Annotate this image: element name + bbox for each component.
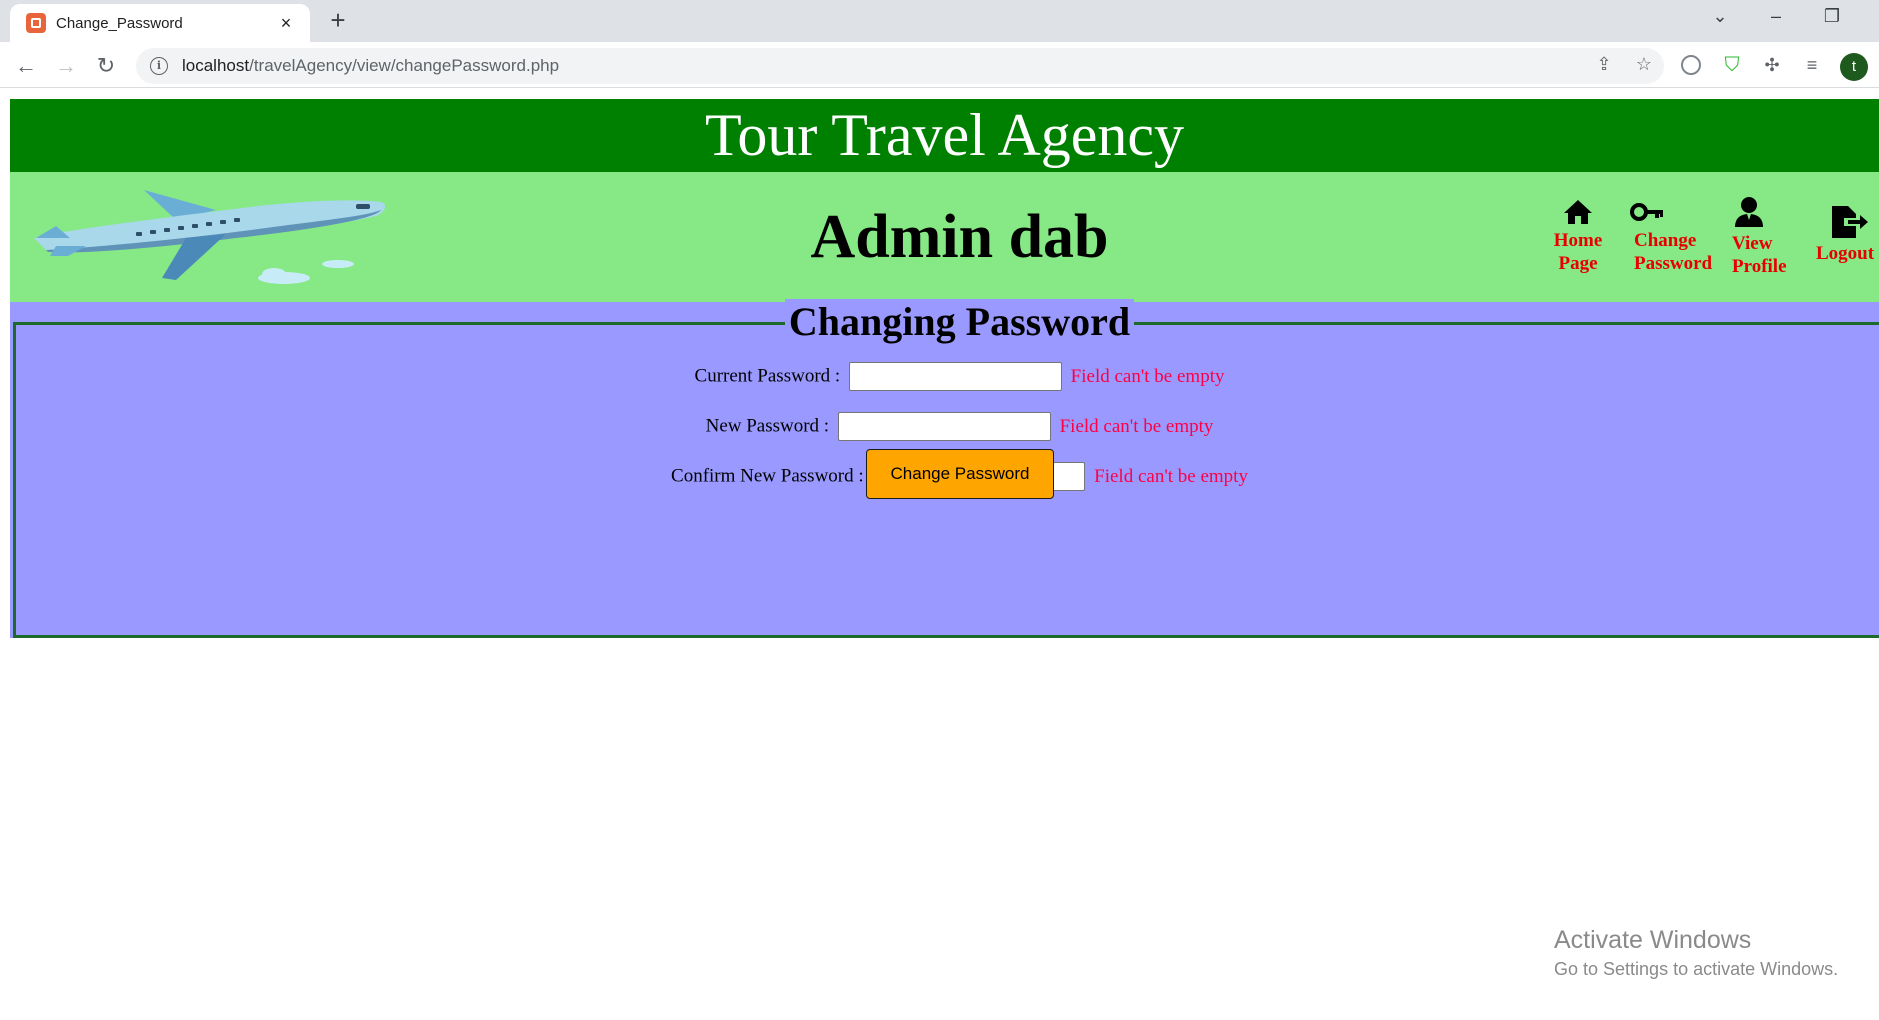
tab-title: Change_Password — [56, 14, 183, 32]
browser-toolbar: ← → ↻ i localhost/travelAgency/view/chan… — [0, 42, 1879, 88]
shield-extension-icon[interactable]: ⛉ — [1720, 53, 1744, 77]
current-password-row: Current Password : Field can't be empty — [10, 362, 1879, 391]
back-icon[interactable]: ← — [12, 52, 40, 80]
watermark-subtitle: Go to Settings to activate Windows. — [1554, 959, 1839, 979]
url-text[interactable]: localhost/travelAgency/view/changePasswo… — [182, 56, 559, 76]
profile-avatar[interactable]: t — [1840, 53, 1868, 81]
extensions-puzzle-icon[interactable]: ✣ — [1760, 53, 1784, 77]
nav-home-label-1: Home — [1553, 230, 1603, 251]
minimize-icon[interactable]: – — [1756, 6, 1796, 27]
reload-icon[interactable]: ↻ — [92, 52, 120, 80]
current-password-label: Current Password : — [694, 365, 841, 387]
nav-logout[interactable]: Logout — [1812, 206, 1879, 265]
share-icon[interactable]: ⇪ — [1592, 54, 1616, 75]
site-title: Tour Travel Agency — [704, 102, 1185, 168]
nav-view-profile[interactable]: View Profile — [1722, 196, 1810, 278]
reading-list-icon[interactable]: ≡ — [1800, 53, 1824, 77]
new-password-input[interactable] — [837, 412, 1051, 441]
activate-windows-watermark: Activate Windows Go to Settings to activ… — [1554, 926, 1838, 980]
nav-home-label-2: Page — [1558, 253, 1598, 274]
logout-icon — [1832, 206, 1868, 238]
nav-change-password[interactable]: Change Password — [1626, 199, 1718, 275]
page-content: Tour Travel Agency Admin dab Home Page C… — [0, 88, 1879, 1020]
current-password-error: Field can't be empty — [1070, 365, 1225, 387]
change-password-button[interactable]: Change Password — [866, 449, 1054, 499]
admin-banner: Admin dab Home Page Change Password View… — [10, 172, 1879, 302]
restore-icon[interactable]: ❐ — [1812, 6, 1852, 27]
current-password-input[interactable] — [848, 362, 1062, 391]
tab-close-icon[interactable]: × — [274, 13, 298, 34]
forward-icon[interactable]: → — [52, 52, 80, 80]
nav-home-page[interactable]: Home Page — [1543, 199, 1613, 275]
site-info-icon[interactable]: i — [150, 57, 168, 75]
new-password-label: New Password : — [705, 415, 830, 437]
home-icon — [1564, 200, 1592, 224]
nav-change-label-1: Change — [1634, 230, 1697, 251]
globe-extension-icon[interactable] — [1681, 55, 1701, 75]
nav-profile-label-2: Profile — [1732, 256, 1787, 277]
form-legend: Changing Password — [10, 299, 1879, 344]
xampp-favicon-icon — [26, 13, 46, 33]
browser-tab-strip: Change_Password × + ⌄ – ❐ — [0, 0, 1879, 42]
key-icon — [1630, 203, 1663, 221]
new-password-row: New Password : Field can't be empty — [10, 412, 1879, 441]
bookmark-star-icon[interactable]: ☆ — [1632, 54, 1656, 75]
address-bar[interactable]: i localhost/travelAgency/view/changePass… — [136, 48, 1664, 84]
nav-change-label-2: Password — [1634, 253, 1713, 274]
confirm-password-label: Confirm New Password : — [671, 465, 864, 487]
confirm-password-error: Field can't be empty — [1094, 465, 1248, 487]
user-profile-icon — [1735, 197, 1763, 227]
new-password-error: Field can't be empty — [1059, 415, 1214, 437]
tab-search-chevron-icon[interactable]: ⌄ — [1700, 6, 1740, 27]
new-tab-button[interactable]: + — [324, 6, 352, 34]
nav-logout-label: Logout — [1816, 243, 1875, 264]
nav-profile-label-1: View — [1732, 233, 1773, 254]
browser-tab[interactable]: Change_Password × — [10, 4, 310, 42]
site-header: Tour Travel Agency — [10, 99, 1879, 172]
watermark-title: Activate Windows — [1554, 926, 1752, 954]
